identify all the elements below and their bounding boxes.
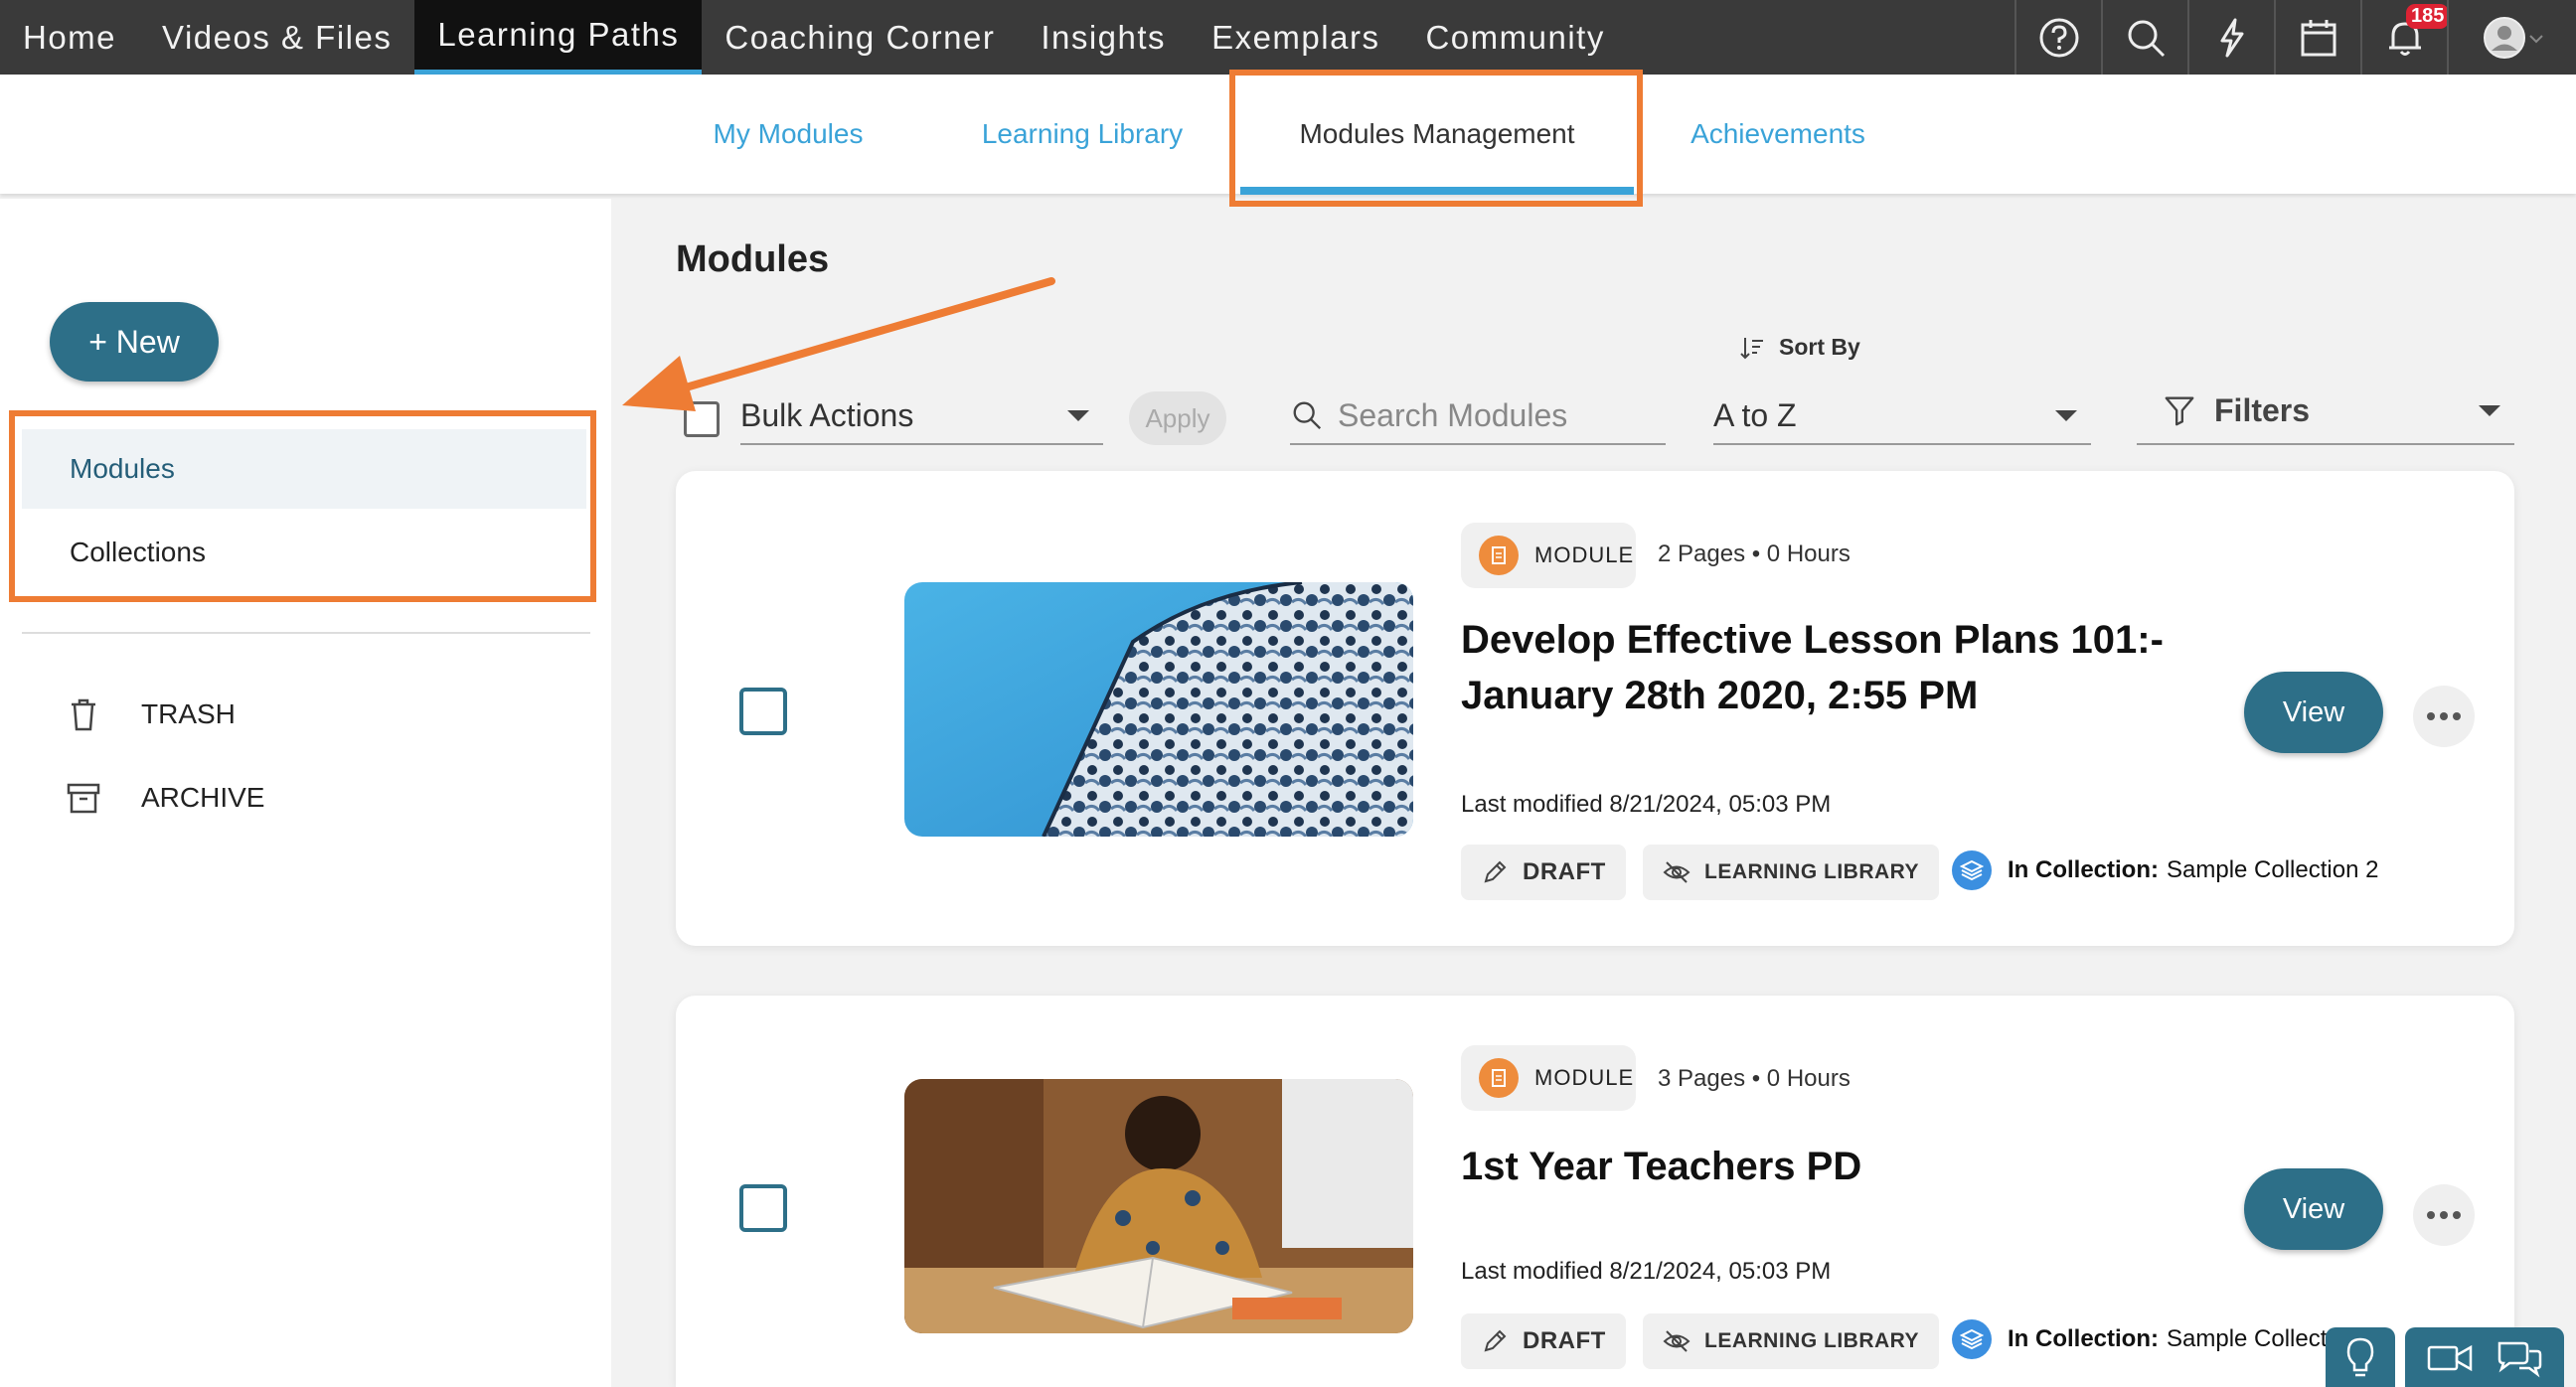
search-input[interactable]: Search Modules bbox=[1290, 387, 1666, 445]
nav-exemplars[interactable]: Exemplars bbox=[1189, 0, 1402, 75]
nav-community[interactable]: Community bbox=[1402, 0, 1627, 75]
module-modified: Last modified 8/21/2024, 05:03 PM bbox=[1461, 1258, 1832, 1285]
nav-home[interactable]: Home bbox=[0, 0, 139, 75]
library-badge: LEARNING LIBRARY bbox=[1643, 1313, 1940, 1369]
chat-icon bbox=[2497, 1341, 2541, 1378]
nav-videos-files[interactable]: Videos & Files bbox=[139, 0, 414, 75]
module-meta: 2 Pages • 0 Hours bbox=[1658, 540, 1851, 567]
sort-icon bbox=[1740, 337, 1763, 359]
module-type-badge: MODULE bbox=[1461, 523, 1636, 588]
more-options-button[interactable] bbox=[2413, 1184, 2475, 1246]
tab-learning-library[interactable]: Learning Library bbox=[964, 75, 1201, 194]
chevron-down-icon bbox=[2479, 404, 2500, 416]
module-checkbox[interactable] bbox=[739, 1184, 787, 1232]
apply-button[interactable]: Apply bbox=[1129, 391, 1226, 445]
layers-icon bbox=[1952, 1319, 1992, 1359]
pencil-icon bbox=[1484, 1329, 1507, 1352]
library-badge: LEARNING LIBRARY bbox=[1643, 845, 1940, 900]
sort-by-label: Sort By bbox=[1739, 334, 1860, 361]
module-thumbnail[interactable] bbox=[904, 1079, 1413, 1333]
notification-badge: 185 bbox=[2406, 4, 2450, 29]
bulk-select-checkbox[interactable] bbox=[684, 401, 720, 437]
module-modified: Last modified 8/21/2024, 05:03 PM bbox=[1461, 791, 1832, 818]
module-checkbox[interactable] bbox=[739, 688, 787, 735]
archive-icon bbox=[67, 783, 100, 814]
highlight-box-sidebar bbox=[9, 410, 596, 602]
sidebar-divider bbox=[22, 632, 590, 634]
new-button[interactable]: + New bbox=[50, 302, 219, 382]
more-options-button[interactable] bbox=[2413, 686, 2475, 747]
bulk-actions-select[interactable]: Bulk Actions bbox=[740, 387, 1103, 445]
highlight-box-tab bbox=[1229, 70, 1643, 207]
bell-icon[interactable]: 185 bbox=[2360, 0, 2450, 75]
chevron-down-icon bbox=[1067, 409, 1089, 421]
module-title[interactable]: Develop Effective Lesson Plans 101:- Jan… bbox=[1461, 612, 2216, 723]
sidebar-item-archive[interactable]: ARCHIVE bbox=[66, 773, 264, 823]
document-icon bbox=[1479, 1058, 1519, 1098]
lightbulb-icon bbox=[2346, 1337, 2374, 1377]
tab-achievements[interactable]: Achievements bbox=[1680, 75, 1876, 194]
trash-icon bbox=[72, 698, 95, 731]
collection-info: In Collection: Sample Collect bbox=[1952, 1319, 2327, 1359]
calendar-icon[interactable] bbox=[2274, 0, 2360, 75]
pencil-icon bbox=[1484, 860, 1507, 883]
chevron-down-icon bbox=[2055, 409, 2077, 421]
sidebar-trash-label: TRASH bbox=[141, 698, 236, 729]
module-card: MODULE 3 Pages • 0 Hours 1st Year Teache… bbox=[676, 996, 2514, 1387]
module-type-badge: MODULE bbox=[1461, 1045, 1636, 1111]
top-navigation: Home Videos & Files Learning Paths Coach… bbox=[0, 0, 2576, 75]
eye-off-icon bbox=[1663, 861, 1690, 883]
eye-off-icon bbox=[1663, 1330, 1690, 1352]
sidebar-item-trash[interactable]: TRASH bbox=[66, 690, 236, 739]
view-button[interactable]: View bbox=[2244, 1168, 2383, 1250]
view-button[interactable]: View bbox=[2244, 672, 2383, 753]
document-icon bbox=[1479, 536, 1519, 575]
nav-insights[interactable]: Insights bbox=[1018, 0, 1189, 75]
filters-select[interactable]: Filters bbox=[2137, 378, 2514, 445]
module-card: MODULE 2 Pages • 0 Hours Develop Effecti… bbox=[676, 471, 2514, 946]
nav-learning-paths[interactable]: Learning Paths bbox=[414, 0, 703, 75]
tab-my-modules[interactable]: My Modules bbox=[696, 75, 881, 194]
lightning-icon[interactable] bbox=[2187, 0, 2274, 75]
lightbulb-button[interactable] bbox=[2326, 1327, 2395, 1387]
search-icon bbox=[1293, 401, 1322, 430]
module-meta: 3 Pages • 0 Hours bbox=[1658, 1065, 1851, 1092]
sidebar-archive-label: ARCHIVE bbox=[141, 782, 265, 813]
page-title: Modules bbox=[676, 238, 830, 280]
search-icon[interactable] bbox=[2101, 0, 2187, 75]
help-icon[interactable] bbox=[2014, 0, 2101, 75]
filter-icon bbox=[2165, 396, 2194, 426]
sidebar: + New Modules Collections TRASH ARCHIVE bbox=[0, 199, 611, 1387]
module-title[interactable]: 1st Year Teachers PD bbox=[1461, 1139, 2216, 1194]
collection-info: In Collection: Sample Collection 2 bbox=[1952, 850, 2378, 890]
avatar[interactable] bbox=[2447, 0, 2576, 75]
layers-icon bbox=[1952, 850, 1992, 890]
sort-select[interactable]: A to Z bbox=[1713, 387, 2091, 445]
status-badge: DRAFT bbox=[1461, 845, 1626, 900]
module-thumbnail[interactable] bbox=[904, 582, 1413, 837]
video-icon bbox=[2428, 1344, 2473, 1372]
status-badge: DRAFT bbox=[1461, 1313, 1626, 1369]
nav-coaching-corner[interactable]: Coaching Corner bbox=[702, 0, 1018, 75]
video-chat-widget[interactable] bbox=[2405, 1327, 2564, 1387]
